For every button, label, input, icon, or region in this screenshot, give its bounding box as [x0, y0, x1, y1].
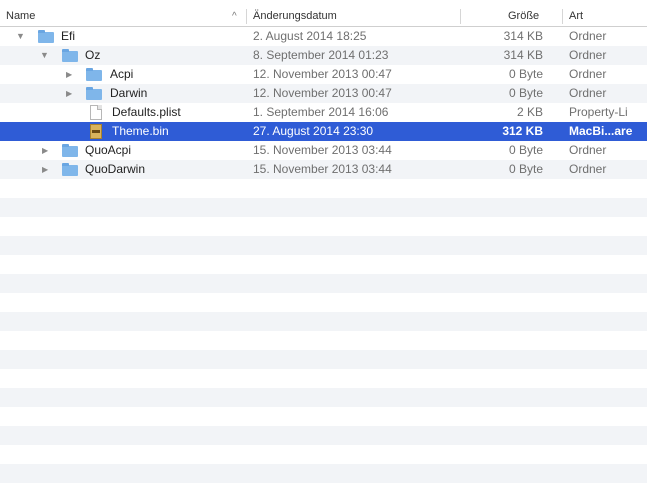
empty-row — [0, 198, 647, 217]
disclosure-triangle-collapsed-icon[interactable]: ▶ — [42, 160, 48, 179]
disclosure-triangle-collapsed-icon[interactable]: ▶ — [42, 141, 48, 160]
list-item-acpi[interactable]: ▶ Acpi 12. November 2013 00:47 0 Byte Or… — [0, 65, 647, 84]
item-kind: Ordner — [569, 162, 607, 176]
item-date: 1. September 2014 16:06 — [253, 105, 389, 119]
item-name: Efi — [61, 29, 76, 43]
item-kind: Ordner — [569, 86, 607, 100]
file-list: ▼ Efi 2. August 2014 18:25 314 KB Ordner… — [0, 27, 647, 502]
empty-row — [0, 217, 647, 236]
item-name: Darwin — [110, 86, 148, 100]
item-size: 312 KB — [502, 124, 543, 138]
list-item-quodarwin[interactable]: ▶ QuoDarwin 15. November 2013 03:44 0 By… — [0, 160, 647, 179]
item-date: 12. November 2013 00:47 — [253, 67, 392, 81]
item-name: Oz — [85, 48, 101, 62]
item-kind: Property-Li — [569, 105, 628, 119]
list-item-quoacpi[interactable]: ▶ QuoAcpi 15. November 2013 03:44 0 Byte… — [0, 141, 647, 160]
folder-icon — [38, 30, 54, 43]
folder-icon — [62, 144, 78, 157]
column-header-name[interactable]: Name — [6, 7, 35, 26]
folder-icon — [62, 49, 78, 62]
binary-file-icon — [90, 124, 102, 139]
item-date: 27. August 2014 23:30 — [253, 124, 374, 138]
item-size: 314 KB — [503, 29, 543, 43]
item-kind: Ordner — [569, 29, 607, 43]
empty-row — [0, 369, 647, 388]
list-item-efi[interactable]: ▼ Efi 2. August 2014 18:25 314 KB Ordner — [0, 27, 647, 46]
column-header-bar: Name ^ Änderungsdatum Größe Art — [0, 7, 647, 27]
item-name: Theme.bin — [112, 124, 169, 138]
item-name: Defaults.plist — [112, 105, 181, 119]
item-date: 15. November 2013 03:44 — [253, 162, 392, 176]
empty-row — [0, 388, 647, 407]
chevron-up-icon[interactable]: ^ — [232, 7, 237, 26]
empty-row — [0, 179, 647, 198]
list-item-oz[interactable]: ▼ Oz 8. September 2014 01:23 314 KB Ordn… — [0, 46, 647, 65]
empty-row — [0, 312, 647, 331]
folder-icon — [86, 68, 102, 81]
item-size: 2 KB — [516, 105, 543, 119]
empty-row — [0, 407, 647, 426]
column-header-date[interactable]: Änderungsdatum — [253, 7, 337, 26]
window-top-edge — [0, 0, 647, 7]
item-kind: Ordner — [569, 143, 607, 157]
item-name: QuoDarwin — [85, 162, 146, 176]
item-kind: Ordner — [569, 48, 607, 62]
disclosure-triangle-collapsed-icon[interactable]: ▶ — [66, 84, 72, 103]
column-divider[interactable] — [246, 9, 247, 24]
item-date: 15. November 2013 03:44 — [253, 143, 392, 157]
column-header-kind[interactable]: Art — [569, 7, 583, 26]
document-icon — [90, 105, 102, 120]
item-kind: Ordner — [569, 67, 607, 81]
item-date: 12. November 2013 00:47 — [253, 86, 392, 100]
item-name: Acpi — [110, 67, 134, 81]
item-size: 0 Byte — [508, 86, 543, 100]
empty-row — [0, 236, 647, 255]
empty-row — [0, 426, 647, 445]
empty-row — [0, 274, 647, 293]
column-header-size[interactable]: Größe — [508, 7, 539, 26]
item-size: 314 KB — [503, 48, 543, 62]
empty-row — [0, 464, 647, 483]
list-item-darwin[interactable]: ▶ Darwin 12. November 2013 00:47 0 Byte … — [0, 84, 647, 103]
folder-icon — [62, 163, 78, 176]
empty-row — [0, 350, 647, 369]
item-kind: MacBi...are — [569, 124, 633, 138]
list-item-defaults-plist[interactable]: Defaults.plist 1. September 2014 16:06 2… — [0, 103, 647, 122]
item-size: 0 Byte — [508, 143, 543, 157]
empty-row — [0, 255, 647, 274]
list-item-theme-bin[interactable]: Theme.bin 27. August 2014 23:30 312 KB M… — [0, 122, 647, 141]
empty-row — [0, 293, 647, 312]
disclosure-triangle-collapsed-icon[interactable]: ▶ — [66, 65, 72, 84]
disclosure-triangle-expanded-icon[interactable]: ▼ — [40, 46, 49, 65]
item-name: QuoAcpi — [85, 143, 132, 157]
column-divider[interactable] — [562, 9, 563, 24]
folder-icon — [86, 87, 102, 100]
item-date: 2. August 2014 18:25 — [253, 29, 367, 43]
item-size: 0 Byte — [508, 67, 543, 81]
disclosure-triangle-expanded-icon[interactable]: ▼ — [16, 27, 25, 46]
item-date: 8. September 2014 01:23 — [253, 48, 389, 62]
item-size: 0 Byte — [508, 162, 543, 176]
empty-row — [0, 331, 647, 350]
column-divider[interactable] — [460, 9, 461, 24]
empty-row — [0, 483, 647, 502]
empty-row — [0, 445, 647, 464]
